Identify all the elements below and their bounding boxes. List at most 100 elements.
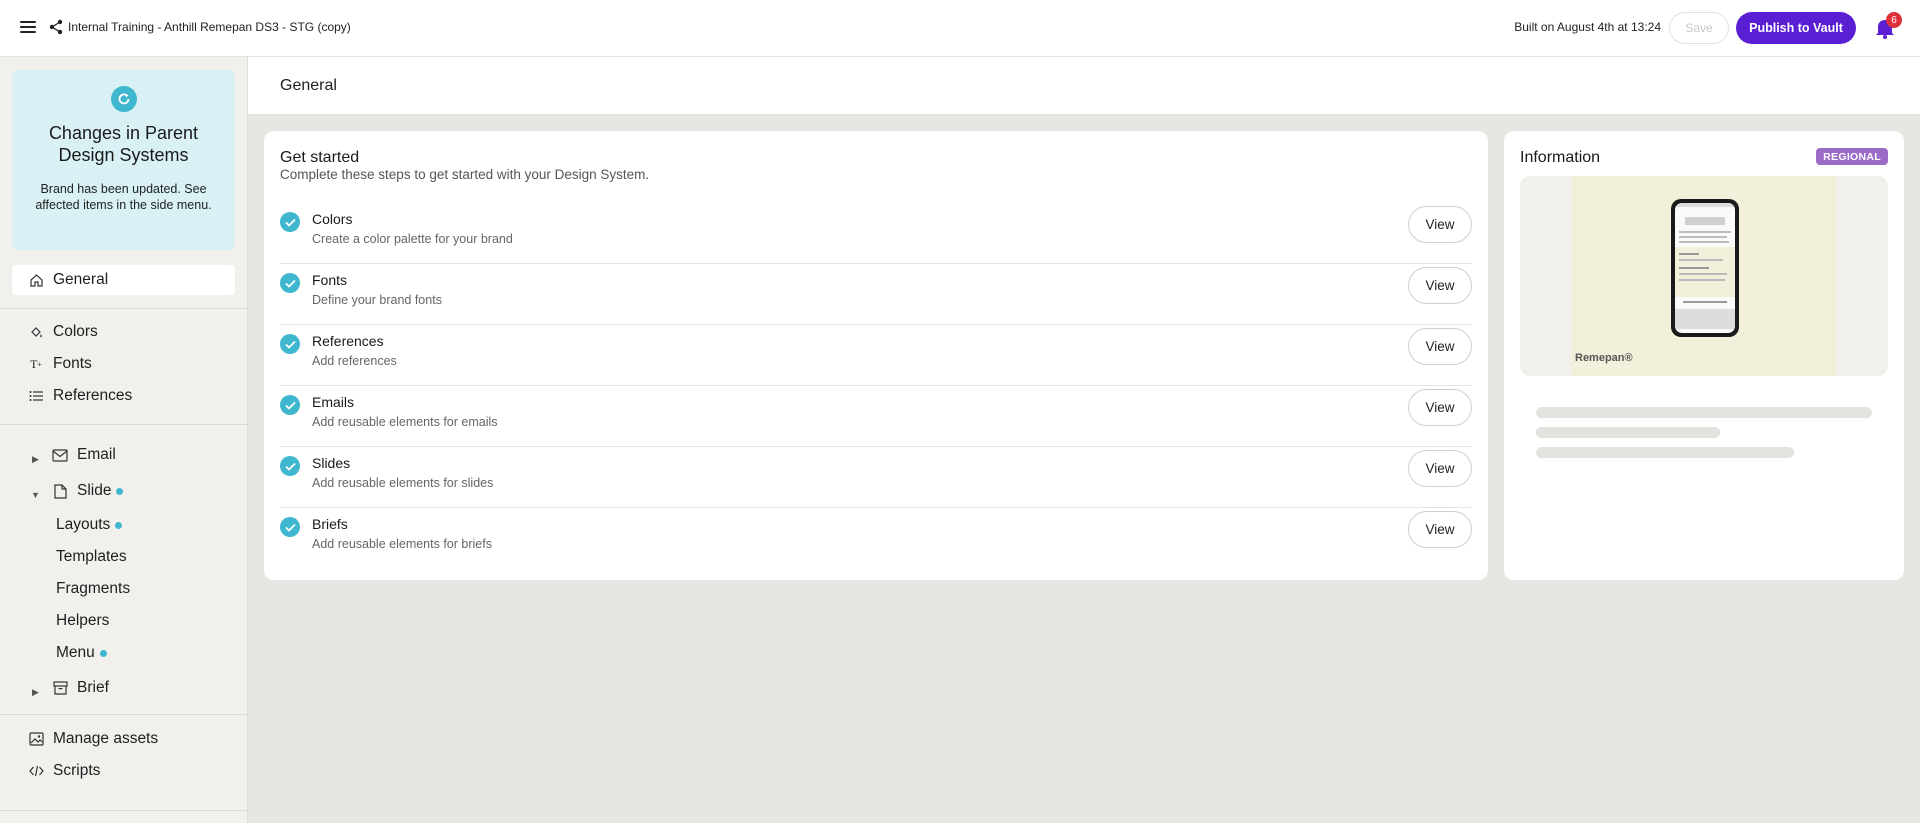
document-icon: [51, 482, 69, 500]
sidebar-item-fragments[interactable]: Fragments: [56, 580, 130, 598]
step-colors: Colors Create a color palette for your b…: [280, 203, 1472, 264]
information-title: Information: [1520, 149, 1601, 166]
text-size-icon: T +: [30, 356, 42, 371]
check-icon: [280, 334, 300, 354]
sidebar-item-references[interactable]: References: [27, 387, 132, 405]
get-started-card: Get started Complete these steps to get …: [264, 131, 1488, 580]
view-slides-button[interactable]: View: [1408, 450, 1472, 487]
step-description: Add reusable elements for briefs: [312, 537, 492, 551]
list-icon: [27, 387, 45, 405]
sidebar-item-label: Fonts: [53, 355, 92, 372]
loading-skeleton-line: [1536, 447, 1794, 458]
sidebar-item-label: Templates: [56, 548, 127, 565]
sidebar-item-label: Helpers: [56, 612, 110, 629]
sidebar-item-slide[interactable]: Slide: [51, 482, 124, 500]
publish-to-vault-button[interactable]: Publish to Vault: [1736, 12, 1856, 44]
view-briefs-button[interactable]: View: [1408, 511, 1472, 548]
check-icon: [280, 395, 300, 415]
step-emails: Emails Add reusable elements for emails …: [280, 386, 1472, 447]
loading-skeleton-line: [1536, 427, 1720, 438]
sidebar-item-layouts[interactable]: Layouts: [56, 516, 123, 534]
step-name: Emails: [312, 394, 355, 410]
sidebar-item-brief[interactable]: Brief: [51, 679, 109, 697]
step-briefs: Briefs Add reusable elements for briefs …: [280, 508, 1472, 569]
update-dot: [115, 521, 123, 529]
view-colors-button[interactable]: View: [1408, 206, 1472, 243]
brand-logo: Remepan®: [1575, 352, 1633, 364]
content-header: General: [248, 57, 1920, 115]
get-started-title: Get started: [280, 149, 360, 166]
step-description: Add references: [312, 354, 397, 368]
sidebar-item-label: Manage assets: [53, 730, 159, 747]
step-name: Briefs: [312, 516, 348, 532]
sidebar-item-label: Brief: [77, 679, 109, 696]
step-references: References Add references View: [280, 325, 1472, 386]
phone-screen: [1675, 203, 1735, 333]
sidebar-item-label: References: [53, 387, 133, 404]
view-fonts-button[interactable]: View: [1408, 267, 1472, 304]
step-description: Add reusable elements for slides: [312, 476, 494, 490]
mail-icon: [51, 446, 69, 464]
sidebar-item-colors[interactable]: Colors: [27, 323, 98, 341]
sidebar-item-label: General: [53, 271, 109, 288]
notice-body: Brand has been updated. See affected ite…: [35, 182, 212, 212]
step-name: References: [312, 333, 384, 349]
phone-mockup: [1671, 199, 1739, 337]
step-description: Add reusable elements for emails: [312, 415, 498, 429]
update-dot: [99, 649, 107, 657]
caret-right-icon[interactable]: ▶: [32, 687, 39, 698]
sidebar-divider: [0, 714, 248, 715]
top-bar: Internal Training - Anthill Remepan DS3 …: [0, 0, 1920, 57]
sidebar-divider: [0, 424, 248, 425]
project-title: Internal Training - Anthill Remepan DS3 …: [68, 20, 351, 34]
save-button[interactable]: Save: [1669, 12, 1729, 44]
page-title: General: [280, 77, 337, 94]
code-icon: [27, 762, 45, 780]
step-description: Create a color palette for your brand: [312, 232, 513, 246]
share-icon: [49, 19, 63, 35]
information-card: Information REGIONAL Remepan®: [1504, 131, 1904, 580]
update-dot: [116, 487, 124, 495]
sidebar-item-label: Menu: [56, 644, 95, 661]
step-name: Slides: [312, 455, 351, 471]
paint-bucket-icon: [27, 323, 45, 341]
preview-background: Remepan®: [1571, 176, 1837, 376]
sidebar-item-templates[interactable]: Templates: [56, 548, 127, 566]
sidebar-item-scripts[interactable]: Scripts: [27, 762, 100, 780]
regional-badge: REGIONAL: [1816, 148, 1888, 165]
sidebar-item-label: Scripts: [53, 762, 101, 779]
step-name: Fonts: [312, 272, 348, 288]
check-icon: [280, 273, 300, 293]
brand-preview-thumbnail[interactable]: Remepan®: [1520, 176, 1888, 376]
step-name: Colors: [312, 211, 353, 227]
menu-icon[interactable]: [20, 18, 36, 36]
sidebar-item-label: Email: [77, 446, 116, 463]
caret-down-icon[interactable]: ▼: [31, 490, 40, 500]
step-description: Define your brand fonts: [312, 293, 442, 307]
home-icon: [27, 271, 45, 289]
loading-skeleton-line: [1536, 407, 1872, 418]
sidebar-item-helpers[interactable]: Helpers: [56, 612, 109, 630]
view-references-button[interactable]: View: [1408, 328, 1472, 365]
sidebar-item-fonts[interactable]: T + Fonts: [27, 355, 92, 373]
refresh-icon: [111, 86, 137, 112]
sidebar-item-general[interactable]: General: [12, 265, 235, 295]
sidebar-item-label: Slide: [77, 482, 112, 499]
sidebar-item-label: Layouts: [56, 516, 111, 533]
caret-right-icon[interactable]: ▶: [32, 454, 39, 465]
image-icon: [27, 730, 45, 748]
step-fonts: Fonts Define your brand fonts View: [280, 264, 1472, 325]
step-slides: Slides Add reusable elements for slides …: [280, 447, 1472, 508]
sidebar-item-email[interactable]: Email: [51, 446, 116, 464]
check-icon: [280, 517, 300, 537]
sidebar-item-label: Colors: [53, 323, 98, 340]
sidebar-item-menu[interactable]: Menu: [56, 644, 107, 662]
sidebar: Changes in Parent Design Systems Brand h…: [0, 57, 248, 823]
check-icon: [280, 456, 300, 476]
notice-title: Changes in Parent Design Systems: [48, 123, 199, 165]
sidebar-divider: [0, 810, 248, 811]
check-icon: [280, 212, 300, 232]
sidebar-divider: [0, 308, 248, 309]
view-emails-button[interactable]: View: [1408, 389, 1472, 426]
sidebar-item-manage-assets[interactable]: Manage assets: [27, 730, 158, 748]
